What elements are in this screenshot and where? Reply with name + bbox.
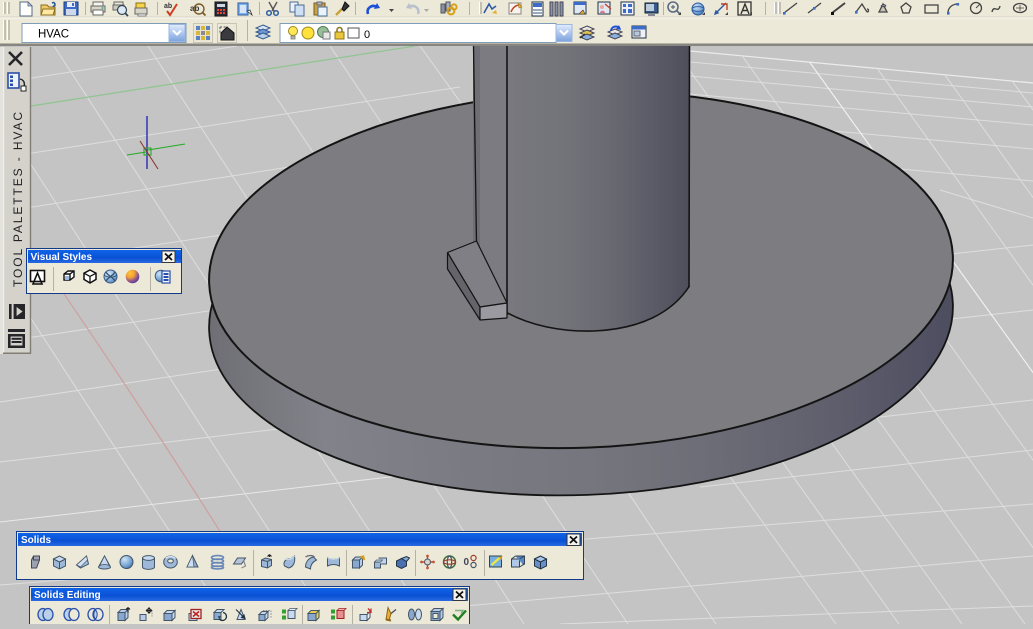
- svg-text:0: 0: [364, 29, 370, 41]
- svg-text:Visual Styles: Visual Styles: [31, 252, 93, 263]
- svg-text:Solids Editing: Solids Editing: [34, 590, 101, 601]
- svg-text:Solids: Solids: [21, 535, 51, 546]
- svg-text:ab: ab: [164, 3, 172, 10]
- svg-text:TOOL PALETTES - HVAC: TOOL PALETTES - HVAC: [11, 110, 25, 287]
- svg-text:HVAC: HVAC: [38, 29, 69, 41]
- svg-text:0: 0: [464, 557, 470, 568]
